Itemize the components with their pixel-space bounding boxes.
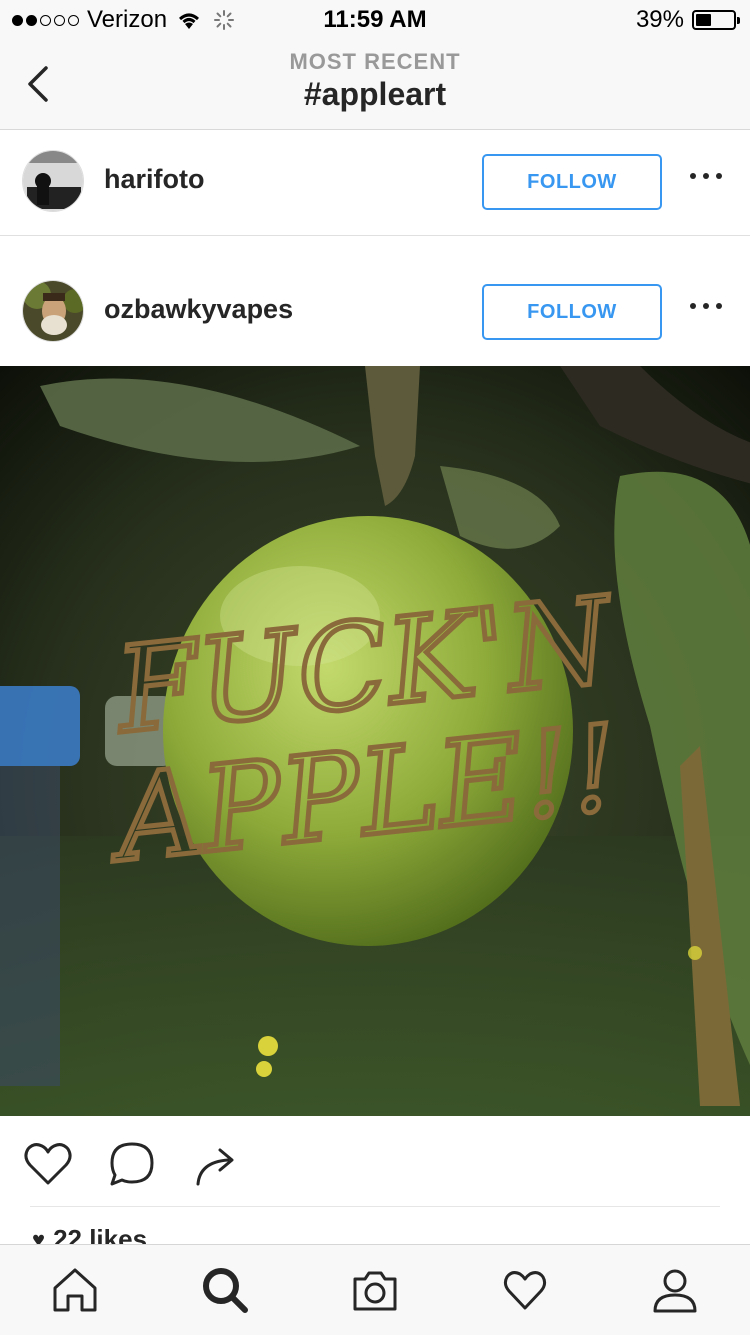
post-divider bbox=[0, 235, 750, 236]
avatar[interactable] bbox=[22, 280, 84, 342]
tab-camera[interactable] bbox=[350, 1265, 400, 1315]
tab-activity[interactable] bbox=[500, 1265, 550, 1315]
ellipsis-icon bbox=[690, 173, 696, 179]
battery-icon bbox=[692, 10, 740, 30]
comment-icon bbox=[110, 1142, 154, 1186]
search-icon bbox=[203, 1268, 248, 1313]
avatar[interactable] bbox=[22, 150, 84, 212]
post-actions: ♥ 22 likes bbox=[0, 1116, 750, 1254]
navigation-bar: MOST RECENT #appleart bbox=[0, 40, 750, 130]
profile-icon bbox=[653, 1269, 697, 1313]
share-arrow-icon bbox=[196, 1148, 234, 1186]
home-icon bbox=[53, 1268, 97, 1312]
page-title: #appleart bbox=[303, 76, 447, 112]
follow-button[interactable]: FOLLOW bbox=[482, 154, 662, 210]
ellipsis-icon bbox=[690, 303, 696, 309]
heart-icon bbox=[503, 1271, 547, 1310]
battery-status: 39% bbox=[635, 6, 740, 34]
battery-percent: 39% bbox=[635, 6, 684, 33]
follow-button[interactable]: FOLLOW bbox=[482, 284, 662, 340]
username[interactable]: harifoto bbox=[104, 164, 205, 195]
more-options-button[interactable] bbox=[690, 166, 722, 186]
comment-button[interactable] bbox=[104, 1136, 160, 1192]
heart-icon bbox=[24, 1143, 72, 1185]
camera-icon bbox=[353, 1271, 397, 1311]
post-photo[interactable]: FUCK'N APPLE!! bbox=[0, 366, 750, 1116]
actions-divider bbox=[30, 1206, 720, 1207]
status-bar: Verizon 11:59 AM 39% bbox=[0, 0, 750, 40]
post-header: ozbawkyvapes FOLLOW bbox=[0, 260, 750, 364]
more-options-button[interactable] bbox=[690, 296, 722, 316]
like-button[interactable] bbox=[20, 1136, 76, 1192]
tab-home[interactable] bbox=[50, 1265, 100, 1315]
post-header: harifoto FOLLOW bbox=[0, 130, 750, 234]
tab-profile[interactable] bbox=[650, 1265, 700, 1315]
nav-subtitle: MOST RECENT bbox=[289, 49, 461, 74]
tab-search[interactable] bbox=[200, 1265, 250, 1315]
username[interactable]: ozbawkyvapes bbox=[104, 294, 293, 325]
bottom-tab-bar bbox=[0, 1244, 750, 1335]
share-button[interactable] bbox=[188, 1136, 244, 1192]
